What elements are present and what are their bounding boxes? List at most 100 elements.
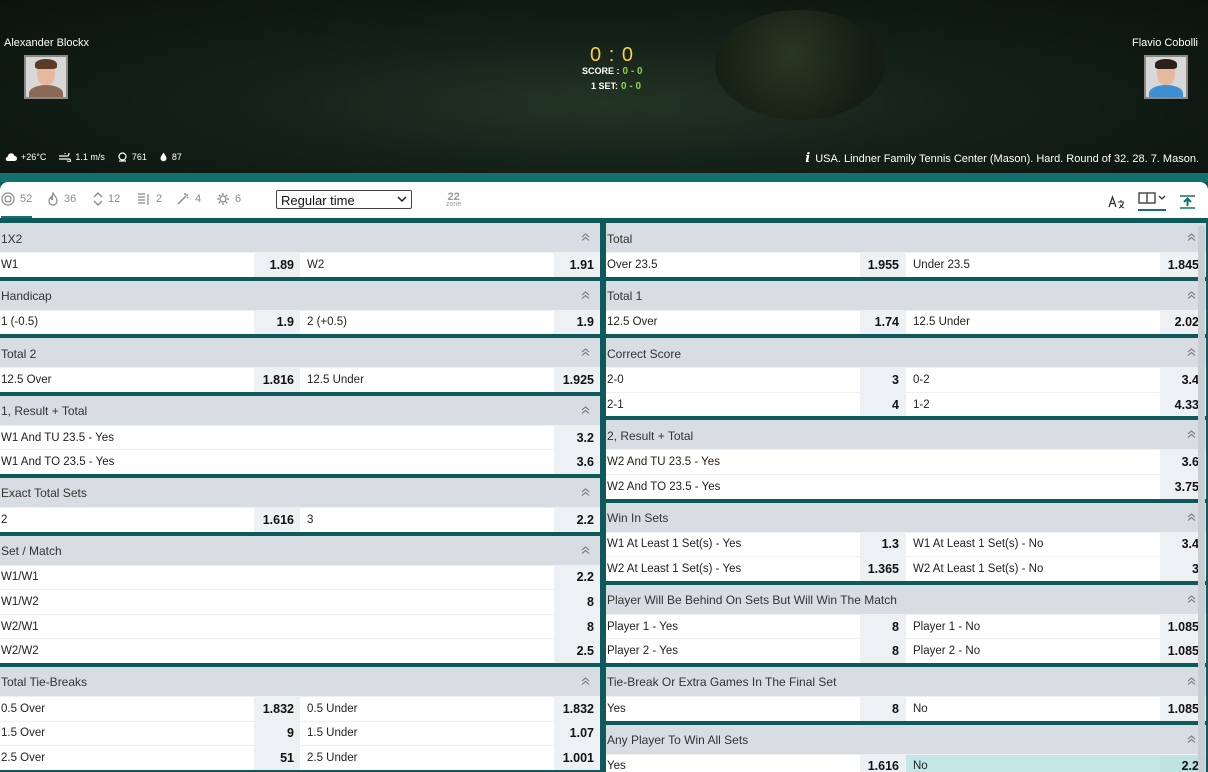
odds-cell[interactable]: 3 2.2: [300, 507, 600, 532]
scrollbar[interactable]: [1198, 226, 1205, 772]
odds-cell[interactable]: Player 1 - No 1.085: [906, 614, 1206, 639]
chevron-up-icon[interactable]: [1187, 430, 1196, 441]
chevron-up-icon[interactable]: [581, 406, 590, 417]
odds-value[interactable]: 4: [860, 392, 906, 417]
odds-value[interactable]: 1.3: [860, 532, 906, 557]
odds-cell[interactable]: 12.5 Over 1.74: [606, 310, 906, 335]
market-header[interactable]: Correct Score: [606, 338, 1206, 368]
market-header[interactable]: Handicap: [0, 280, 600, 310]
odds-cell[interactable]: W1 At Least 1 Set(s) - No 3.4: [906, 532, 1206, 557]
odds-cell[interactable]: 12.5 Under 1.925: [300, 368, 600, 392]
odds-cell[interactable]: Under 23.5 1.845: [906, 253, 1206, 277]
odds-value[interactable]: 1.89: [254, 253, 300, 277]
odds-cell[interactable]: 2-1 4: [606, 392, 906, 417]
odds-cell[interactable]: 2-0 3: [606, 368, 906, 392]
market-header[interactable]: Total Tie-Breaks: [0, 666, 600, 696]
odds-cell[interactable]: Yes 1.616: [606, 754, 906, 772]
odds-value[interactable]: 1.07: [554, 721, 600, 746]
market-header[interactable]: Total 1: [606, 280, 1206, 310]
chevron-up-icon[interactable]: [1187, 734, 1196, 746]
market-header[interactable]: Any Player To Win All Sets: [606, 724, 1206, 754]
chevron-up-icon[interactable]: [1187, 348, 1196, 359]
odds-cell[interactable]: No 2.2: [906, 754, 1206, 772]
odds-cell[interactable]: 0.5 Under 1.832: [300, 696, 600, 721]
odds-cell[interactable]: 2.5 Under 1.001: [300, 746, 600, 770]
odds-value[interactable]: 1.9: [554, 310, 600, 335]
collapse-all-icon[interactable]: [1179, 194, 1196, 209]
odds-cell[interactable]: 1 (-0.5) 1.9: [0, 310, 300, 335]
odds-cell[interactable]: 2.5 Over 51: [0, 746, 300, 770]
odds-value[interactable]: 8: [554, 614, 600, 639]
chevron-up-icon[interactable]: [581, 545, 590, 557]
filter-popular[interactable]: 36: [47, 192, 76, 206]
odds-value[interactable]: 3.6: [554, 450, 600, 474]
odds-cell[interactable]: Yes 8: [606, 696, 906, 721]
odds-cell[interactable]: Player 2 - No 1.085: [906, 639, 1206, 663]
filter-all[interactable]: 52: [1, 192, 33, 218]
odds-cell[interactable]: 2 (+0.5) 1.9: [300, 310, 600, 335]
odds-cell[interactable]: W1/W1 2.2: [0, 565, 600, 590]
market-header[interactable]: Tie-Break Or Extra Games In The Final Se…: [606, 666, 1206, 696]
odds-cell[interactable]: 2 1.616: [0, 507, 300, 532]
chevron-up-icon[interactable]: [581, 290, 590, 302]
odds-cell[interactable]: 12.5 Under 2.02: [906, 310, 1206, 335]
filter-other[interactable]: 6: [216, 192, 241, 206]
odds-cell[interactable]: No 1.085: [906, 696, 1206, 721]
odds-cell[interactable]: W1/W2 8: [0, 590, 600, 614]
odds-cell[interactable]: W2/W1 8: [0, 614, 600, 639]
odds-value[interactable]: 3: [860, 368, 906, 392]
market-header[interactable]: 2, Result + Total: [606, 420, 1206, 450]
odds-value[interactable]: 1.925: [554, 368, 600, 392]
market-header[interactable]: Total 2: [0, 338, 600, 368]
chevron-up-icon[interactable]: [581, 233, 590, 244]
market-header[interactable]: Exact Total Sets: [0, 477, 600, 507]
odds-cell[interactable]: Over 23.5 1.955: [606, 253, 906, 277]
odds-cell[interactable]: W1 And TU 23.5 - Yes 3.2: [0, 425, 600, 450]
odds-value[interactable]: 2.2: [554, 565, 600, 590]
odds-cell[interactable]: 1-2 4.33: [906, 392, 1206, 417]
odds-value[interactable]: 1.955: [860, 253, 906, 277]
filter-special[interactable]: 4: [176, 192, 201, 206]
translate-icon[interactable]: [1108, 194, 1125, 209]
market-header[interactable]: Player Will Be Behind On Sets But Will W…: [606, 584, 1206, 614]
odds-value[interactable]: 1.832: [554, 696, 600, 721]
odds-value[interactable]: 1.365: [860, 557, 906, 581]
odds-cell[interactable]: W1 And TO 23.5 - Yes 3.6: [0, 450, 600, 474]
market-header[interactable]: 1X2: [0, 223, 600, 252]
odds-value[interactable]: 8: [860, 639, 906, 663]
filter-totals[interactable]: 12: [93, 192, 120, 206]
chevron-up-icon[interactable]: [581, 348, 590, 359]
odds-value[interactable]: 1.616: [860, 754, 906, 772]
filter-score[interactable]: 2: [137, 192, 162, 206]
chevron-up-icon[interactable]: [1187, 233, 1196, 244]
odds-cell[interactable]: W2 And TO 23.5 - Yes 3.75: [606, 474, 1206, 499]
odds-cell[interactable]: 0-2 3.4: [906, 368, 1206, 392]
odds-cell[interactable]: W1 At Least 1 Set(s) - Yes 1.3: [606, 532, 906, 557]
odds-value[interactable]: 51: [254, 746, 300, 770]
market-header[interactable]: Total: [606, 223, 1206, 252]
odds-value[interactable]: 8: [860, 614, 906, 639]
odds-cell[interactable]: 1.5 Over 9: [0, 721, 300, 746]
odds-value[interactable]: 1.74: [860, 310, 906, 335]
chevron-up-icon[interactable]: [581, 677, 590, 688]
chevron-up-icon[interactable]: [581, 488, 590, 499]
market-header[interactable]: 1, Result + Total: [0, 395, 600, 425]
layout-toggle[interactable]: [1138, 192, 1166, 211]
odds-cell[interactable]: W2 At Least 1 Set(s) - Yes 1.365: [606, 557, 906, 581]
odds-cell[interactable]: Player 1 - Yes 8: [606, 614, 906, 639]
zone-button[interactable]: 22 zone: [446, 192, 461, 209]
odds-value[interactable]: 8: [554, 590, 600, 614]
odds-value[interactable]: 1.001: [554, 746, 600, 770]
odds-cell[interactable]: W2 At Least 1 Set(s) - No 3: [906, 557, 1206, 581]
odds-value[interactable]: 1.832: [254, 696, 300, 721]
odds-value[interactable]: 1.91: [554, 253, 600, 277]
odds-cell[interactable]: W1 1.89: [0, 253, 300, 277]
odds-cell[interactable]: Player 2 - Yes 8: [606, 639, 906, 663]
odds-value[interactable]: 2.5: [554, 639, 600, 663]
odds-cell[interactable]: 1.5 Under 1.07: [300, 721, 600, 746]
odds-cell[interactable]: W2 And TU 23.5 - Yes 3.6: [606, 450, 1206, 474]
odds-value[interactable]: 2.2: [554, 507, 600, 532]
odds-cell[interactable]: W2 1.91: [300, 253, 600, 277]
odds-value[interactable]: 1.816: [254, 368, 300, 392]
market-header[interactable]: Set / Match: [0, 535, 600, 565]
